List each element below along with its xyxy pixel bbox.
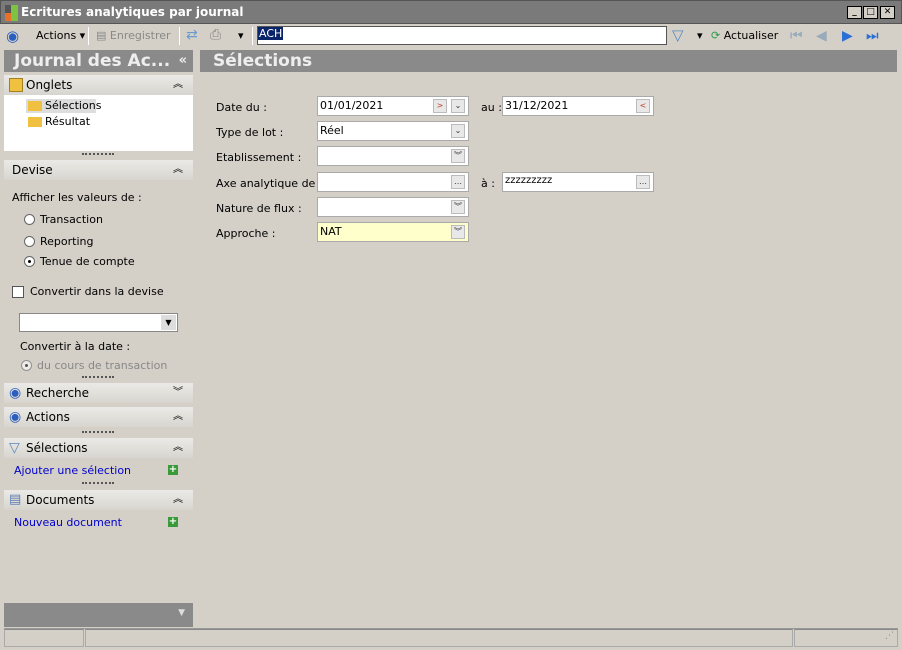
- convert-date-label: Convertir à la date :: [20, 340, 131, 353]
- convert-checkbox[interactable]: [12, 286, 24, 298]
- filter-icon: ▽: [9, 440, 20, 456]
- add-selection-link[interactable]: Ajouter une sélection: [14, 464, 131, 477]
- chevron-down-icon: ▼: [161, 315, 176, 330]
- folder-open-icon: [28, 101, 42, 111]
- filter-dropdown[interactable]: ▾: [697, 29, 703, 42]
- date-from-input[interactable]: 01/01/2021 > ⌄: [317, 96, 469, 116]
- chevron-down-icon[interactable]: ⌄: [451, 99, 465, 113]
- title-bar: Ecritures analytiques par journal _ □ ✕: [0, 0, 902, 24]
- maximize-button[interactable]: □: [863, 6, 878, 19]
- minimize-button[interactable]: _: [847, 6, 862, 19]
- radio-reporting[interactable]: [24, 236, 35, 247]
- chevron-down-icon: ⌄: [451, 124, 465, 138]
- resize-grip-icon[interactable]: ⋰: [885, 631, 894, 641]
- collapse-icon[interactable]: ︽: [173, 438, 183, 458]
- radio-label: Reporting: [40, 235, 94, 248]
- section-selections[interactable]: ▽ Sélections ︽: [4, 438, 193, 458]
- save-icon: ▤: [96, 29, 107, 42]
- first-icon[interactable]: ⏮: [790, 28, 803, 44]
- app-logo-icon: [5, 5, 18, 21]
- collapse-icon[interactable]: ︽: [173, 407, 183, 427]
- calendar-icon[interactable]: >: [433, 99, 447, 113]
- double-chevron-down-icon: ︾: [451, 225, 465, 239]
- tree-item-resultat[interactable]: Résultat: [26, 115, 96, 129]
- axis-from-label: Axe analytique de :: [216, 177, 323, 190]
- date-to-input[interactable]: 31/12/2021 <: [502, 96, 654, 116]
- approach-select[interactable]: NAT ︾: [317, 222, 469, 242]
- sync-icon[interactable]: ⇄: [186, 27, 198, 43]
- flow-nature-select[interactable]: ︾: [317, 197, 469, 217]
- section-recherche[interactable]: ◉ Recherche ︾: [4, 383, 193, 403]
- collapse-icon[interactable]: ︽: [173, 490, 183, 510]
- lot-type-label: Type de lot :: [216, 126, 284, 139]
- establishment-select[interactable]: ︾: [317, 146, 469, 166]
- print-dropdown[interactable]: ▾: [238, 29, 244, 42]
- panel-footer[interactable]: ▼: [4, 603, 193, 627]
- calendar-icon[interactable]: <: [636, 99, 650, 113]
- refresh-button[interactable]: ⟳ Actualiser: [711, 29, 778, 42]
- double-chevron-down-icon: ︾: [451, 149, 465, 163]
- axis-to-input[interactable]: zzzzzzzzz…: [502, 172, 654, 192]
- section-documents[interactable]: ▤ Documents ︽: [4, 490, 193, 510]
- radio-tenue-de-compte[interactable]: [24, 256, 35, 267]
- document-icon: ▤: [9, 492, 22, 507]
- ellipsis-icon[interactable]: …: [636, 175, 650, 189]
- section-actions[interactable]: ◉ Actions ︽: [4, 407, 193, 427]
- radio-transaction[interactable]: [24, 214, 35, 225]
- expand-icon[interactable]: ︾: [173, 383, 183, 403]
- radio-label: Tenue de compte: [40, 255, 135, 268]
- add-icon[interactable]: +: [168, 517, 178, 527]
- convert-label: Convertir dans la devise: [30, 285, 164, 298]
- collapse-panel-icon[interactable]: «: [179, 50, 187, 72]
- show-values-label: Afficher les valeurs de :: [12, 191, 142, 204]
- collapse-icon[interactable]: ︽: [173, 75, 183, 95]
- add-icon[interactable]: +: [168, 465, 178, 475]
- axis-to-label: à :: [481, 177, 495, 190]
- previous-icon[interactable]: ◀: [816, 28, 827, 44]
- approach-label: Approche :: [216, 227, 276, 240]
- refresh-icon: ⟳: [711, 29, 721, 42]
- target-icon[interactable]: ◉: [6, 27, 19, 45]
- window-title: Ecritures analytiques par journal: [21, 5, 244, 19]
- ellipsis-icon[interactable]: …: [451, 175, 465, 189]
- section-onglets[interactable]: Onglets ︽: [4, 75, 193, 95]
- new-document-link[interactable]: Nouveau document: [14, 516, 122, 529]
- establishment-label: Etablissement :: [216, 151, 302, 164]
- folder-icon: [28, 117, 42, 127]
- axis-from-input[interactable]: …: [317, 172, 469, 192]
- date-to-label: au :: [481, 101, 502, 114]
- radio-du-cours[interactable]: [21, 360, 32, 371]
- filter-icon[interactable]: ▽: [672, 26, 684, 44]
- tabs-tree: Sélections Résultat: [4, 95, 193, 151]
- target-icon: ◉: [9, 385, 22, 401]
- last-icon[interactable]: ⏭: [866, 28, 879, 44]
- section-devise[interactable]: Devise ︽: [4, 160, 193, 180]
- save-button[interactable]: ▤ Enregistrer: [96, 29, 171, 42]
- folder-icon: [9, 78, 23, 92]
- next-icon[interactable]: ▶: [842, 28, 853, 44]
- lot-type-select[interactable]: Réel ⌄: [317, 121, 469, 141]
- search-input[interactable]: ACH: [257, 26, 667, 45]
- flow-nature-label: Nature de flux :: [216, 202, 302, 215]
- date-from-label: Date du :: [216, 101, 267, 114]
- actions-menu[interactable]: Actions ▾: [36, 29, 85, 42]
- tree-item-selections[interactable]: Sélections: [26, 99, 101, 113]
- double-chevron-down-icon: ︾: [451, 200, 465, 214]
- radio-label: du cours de transaction: [37, 359, 168, 372]
- close-button[interactable]: ✕: [880, 6, 895, 19]
- page-title: Sélections: [200, 50, 897, 72]
- target-icon: ◉: [9, 409, 22, 425]
- collapse-icon[interactable]: ︽: [173, 160, 183, 180]
- status-bar: ⋰: [4, 628, 898, 647]
- print-icon[interactable]: ⎙: [210, 27, 221, 43]
- radio-label: Transaction: [40, 213, 103, 226]
- left-panel-title: Journal des Ac... «: [4, 50, 193, 72]
- currency-select[interactable]: ▼: [19, 313, 178, 332]
